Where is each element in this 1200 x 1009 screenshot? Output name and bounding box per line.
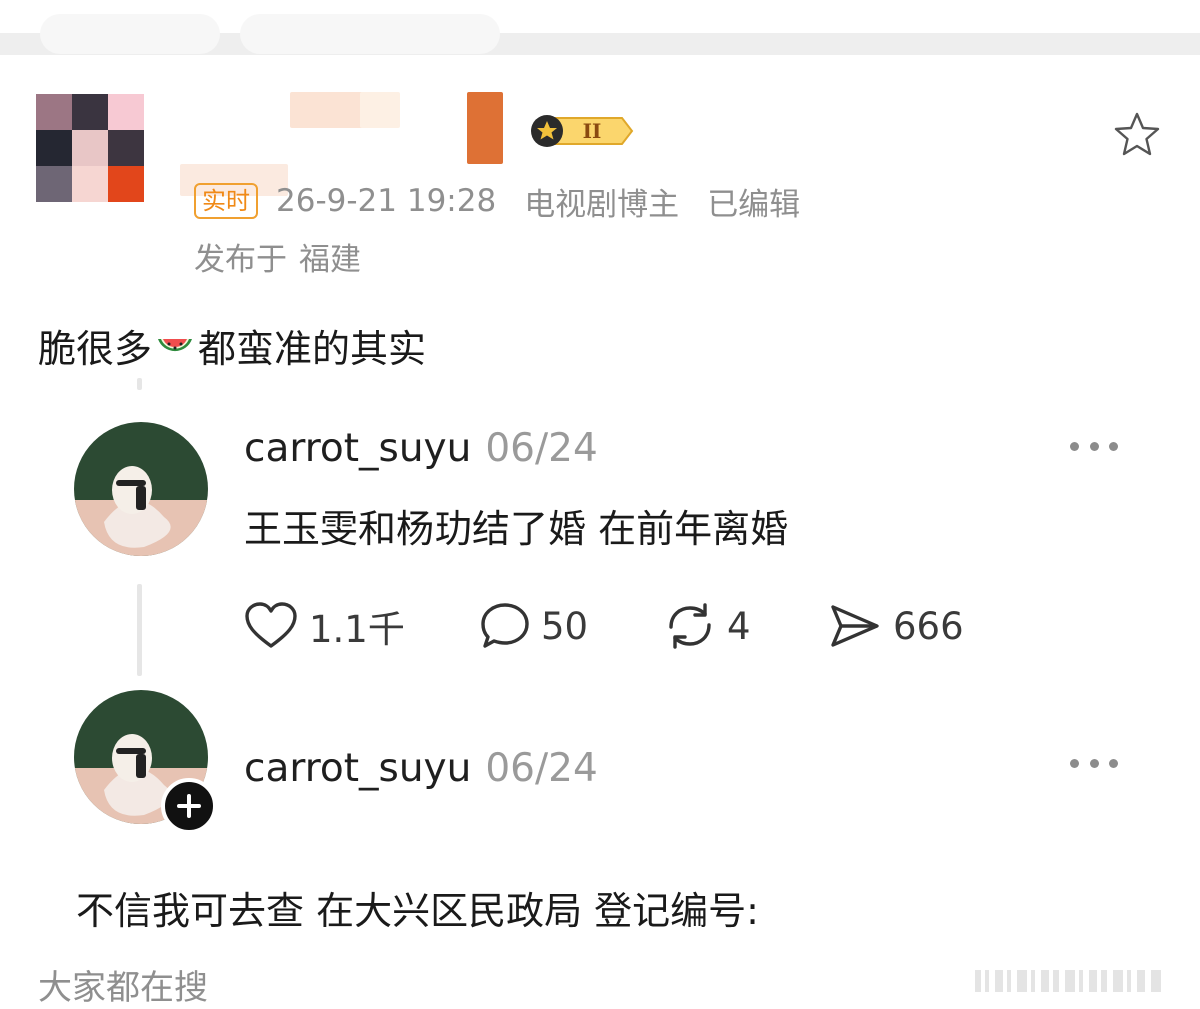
more-options-icon[interactable] bbox=[1070, 753, 1118, 773]
comment-bubble-icon bbox=[481, 603, 529, 648]
comment-date: 06/24 bbox=[485, 426, 598, 471]
comment-header: carrot_suyu 06/24 bbox=[244, 426, 598, 471]
watermark-logo bbox=[975, 970, 1161, 992]
author-avatar[interactable] bbox=[36, 94, 144, 202]
location-prefix: 发布于 bbox=[194, 242, 287, 278]
author-category[interactable]: 电视剧博主 bbox=[524, 179, 679, 224]
post-text-end: 都蛮准的其实 bbox=[198, 327, 427, 371]
location-name: 福建 bbox=[299, 242, 361, 278]
reply-count: 50 bbox=[541, 604, 589, 648]
comment-text: 王玉雯和杨玏结了婚 在前年离婚 bbox=[244, 507, 789, 551]
watermelon-emoji bbox=[158, 338, 193, 351]
post-location: 发布于 福建 bbox=[194, 234, 361, 279]
post-text-start: 脆很多 bbox=[38, 327, 153, 371]
like-count: 1.1千 bbox=[309, 608, 405, 651]
follow-plus-button[interactable] bbox=[161, 778, 217, 834]
vip-crown-badge: II bbox=[531, 115, 634, 147]
post-body: 脆很多 都蛮准的其实 bbox=[38, 318, 426, 373]
reply-button[interactable]: 50 bbox=[479, 601, 663, 651]
star-icon[interactable] bbox=[1112, 110, 1162, 160]
repost-button[interactable]: 4 bbox=[663, 601, 827, 651]
comment-username[interactable]: carrot_suyu bbox=[244, 426, 471, 471]
share-send-icon bbox=[831, 605, 879, 647]
live-tag: 实时 bbox=[194, 183, 258, 219]
comment-date: 06/24 bbox=[485, 746, 598, 791]
comment-actions: 1.1千 50 4 666 bbox=[243, 598, 964, 654]
repost-count: 4 bbox=[727, 604, 751, 648]
share-button[interactable]: 666 bbox=[827, 601, 964, 651]
plus-icon bbox=[177, 794, 201, 818]
comment-header: carrot_suyu 06/24 bbox=[244, 746, 598, 791]
comment-username[interactable]: carrot_suyu bbox=[244, 746, 471, 791]
more-options-icon[interactable] bbox=[1070, 436, 1118, 456]
post-meta: 实时 26-9-21 19:28 电视剧博主 已编辑 bbox=[194, 178, 800, 224]
thread-line bbox=[137, 584, 142, 676]
thread-line-top bbox=[137, 378, 142, 390]
trending-search-label[interactable]: 大家都在搜 bbox=[38, 960, 208, 1009]
edited-label[interactable]: 已编辑 bbox=[707, 179, 800, 224]
like-button[interactable]: 1.1千 bbox=[243, 599, 479, 653]
heart-icon bbox=[245, 602, 297, 648]
repost-icon bbox=[669, 603, 711, 649]
comment-text: 不信我可去查 在大兴区民政局 登记编号: bbox=[76, 889, 759, 933]
vip-level-label: II bbox=[583, 119, 602, 143]
top-strip bbox=[0, 0, 1200, 58]
post-timestamp: 26-9-21 19:28 bbox=[276, 183, 497, 219]
commenter-avatar[interactable] bbox=[74, 422, 208, 556]
share-count: 666 bbox=[893, 604, 964, 648]
